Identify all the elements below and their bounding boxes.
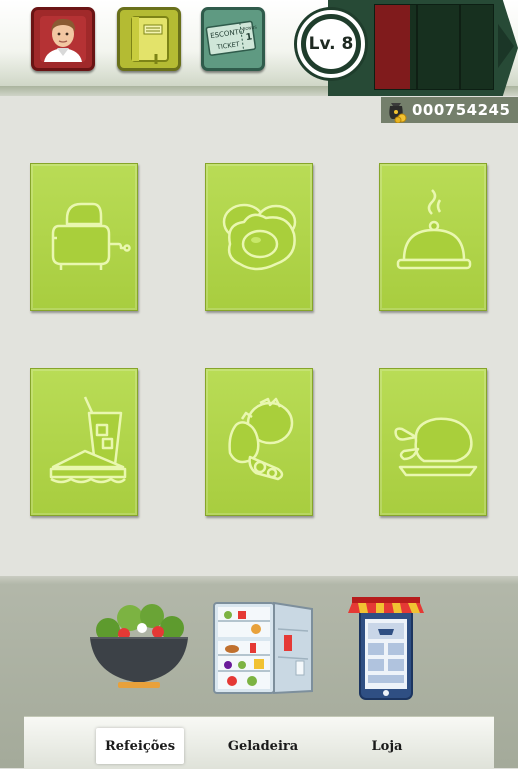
- ticket-corner-text: BONUS: [242, 25, 257, 32]
- roast-chicken-icon: [394, 417, 478, 477]
- coin-counter: 000754245: [381, 97, 518, 123]
- fridge-icon[interactable]: [212, 599, 318, 697]
- profile-button[interactable]: [31, 7, 95, 71]
- xp-progress-segments: [375, 5, 493, 89]
- sandwich-drink-icon: [49, 396, 127, 484]
- notebook-icon: [131, 16, 169, 64]
- category-vegetables-tile[interactable]: [205, 368, 313, 516]
- tab-refeicoes-label: Refeições: [104, 738, 176, 754]
- cloche-icon: [396, 189, 472, 270]
- category-snacks-tile[interactable]: [30, 368, 138, 516]
- tab-geladeira-label: Geladeira: [227, 738, 299, 754]
- category-eggs-tile[interactable]: [205, 163, 313, 311]
- tab-refeicoes[interactable]: Refeições: [96, 728, 184, 764]
- xp-progress-track: [374, 4, 494, 90]
- category-main-dishes-tile[interactable]: [379, 163, 487, 311]
- tab-geladeira[interactable]: Geladeira: [218, 728, 308, 764]
- toaster-icon: [51, 202, 131, 270]
- shop-phone-icon[interactable]: [348, 593, 424, 701]
- fried-egg-icon: [222, 203, 297, 271]
- bottom-panel-edge: [0, 576, 518, 584]
- salad-bowl-icon[interactable]: [86, 598, 192, 694]
- category-poultry-tile[interactable]: [379, 368, 487, 516]
- level-badge[interactable]: Lv. 8: [297, 10, 365, 78]
- chef-avatar-icon: [40, 16, 86, 62]
- coupons-button[interactable]: ESCONTO TICKET 1 BONUS: [201, 7, 265, 71]
- tab-loja-label: Loja: [371, 738, 403, 754]
- xp-arrow-icon: [498, 24, 514, 68]
- coin-bag-icon: [389, 103, 407, 123]
- category-breakfast-tile[interactable]: [30, 163, 138, 311]
- vegetables-icon: [228, 397, 294, 481]
- tab-loja[interactable]: Loja: [352, 728, 422, 764]
- coin-amount: 000754245: [412, 101, 511, 119]
- level-label: Lv. 8: [306, 19, 356, 69]
- notebook-button[interactable]: [117, 7, 181, 71]
- discount-ticket-icon: ESCONTO TICKET 1 BONUS: [205, 20, 258, 56]
